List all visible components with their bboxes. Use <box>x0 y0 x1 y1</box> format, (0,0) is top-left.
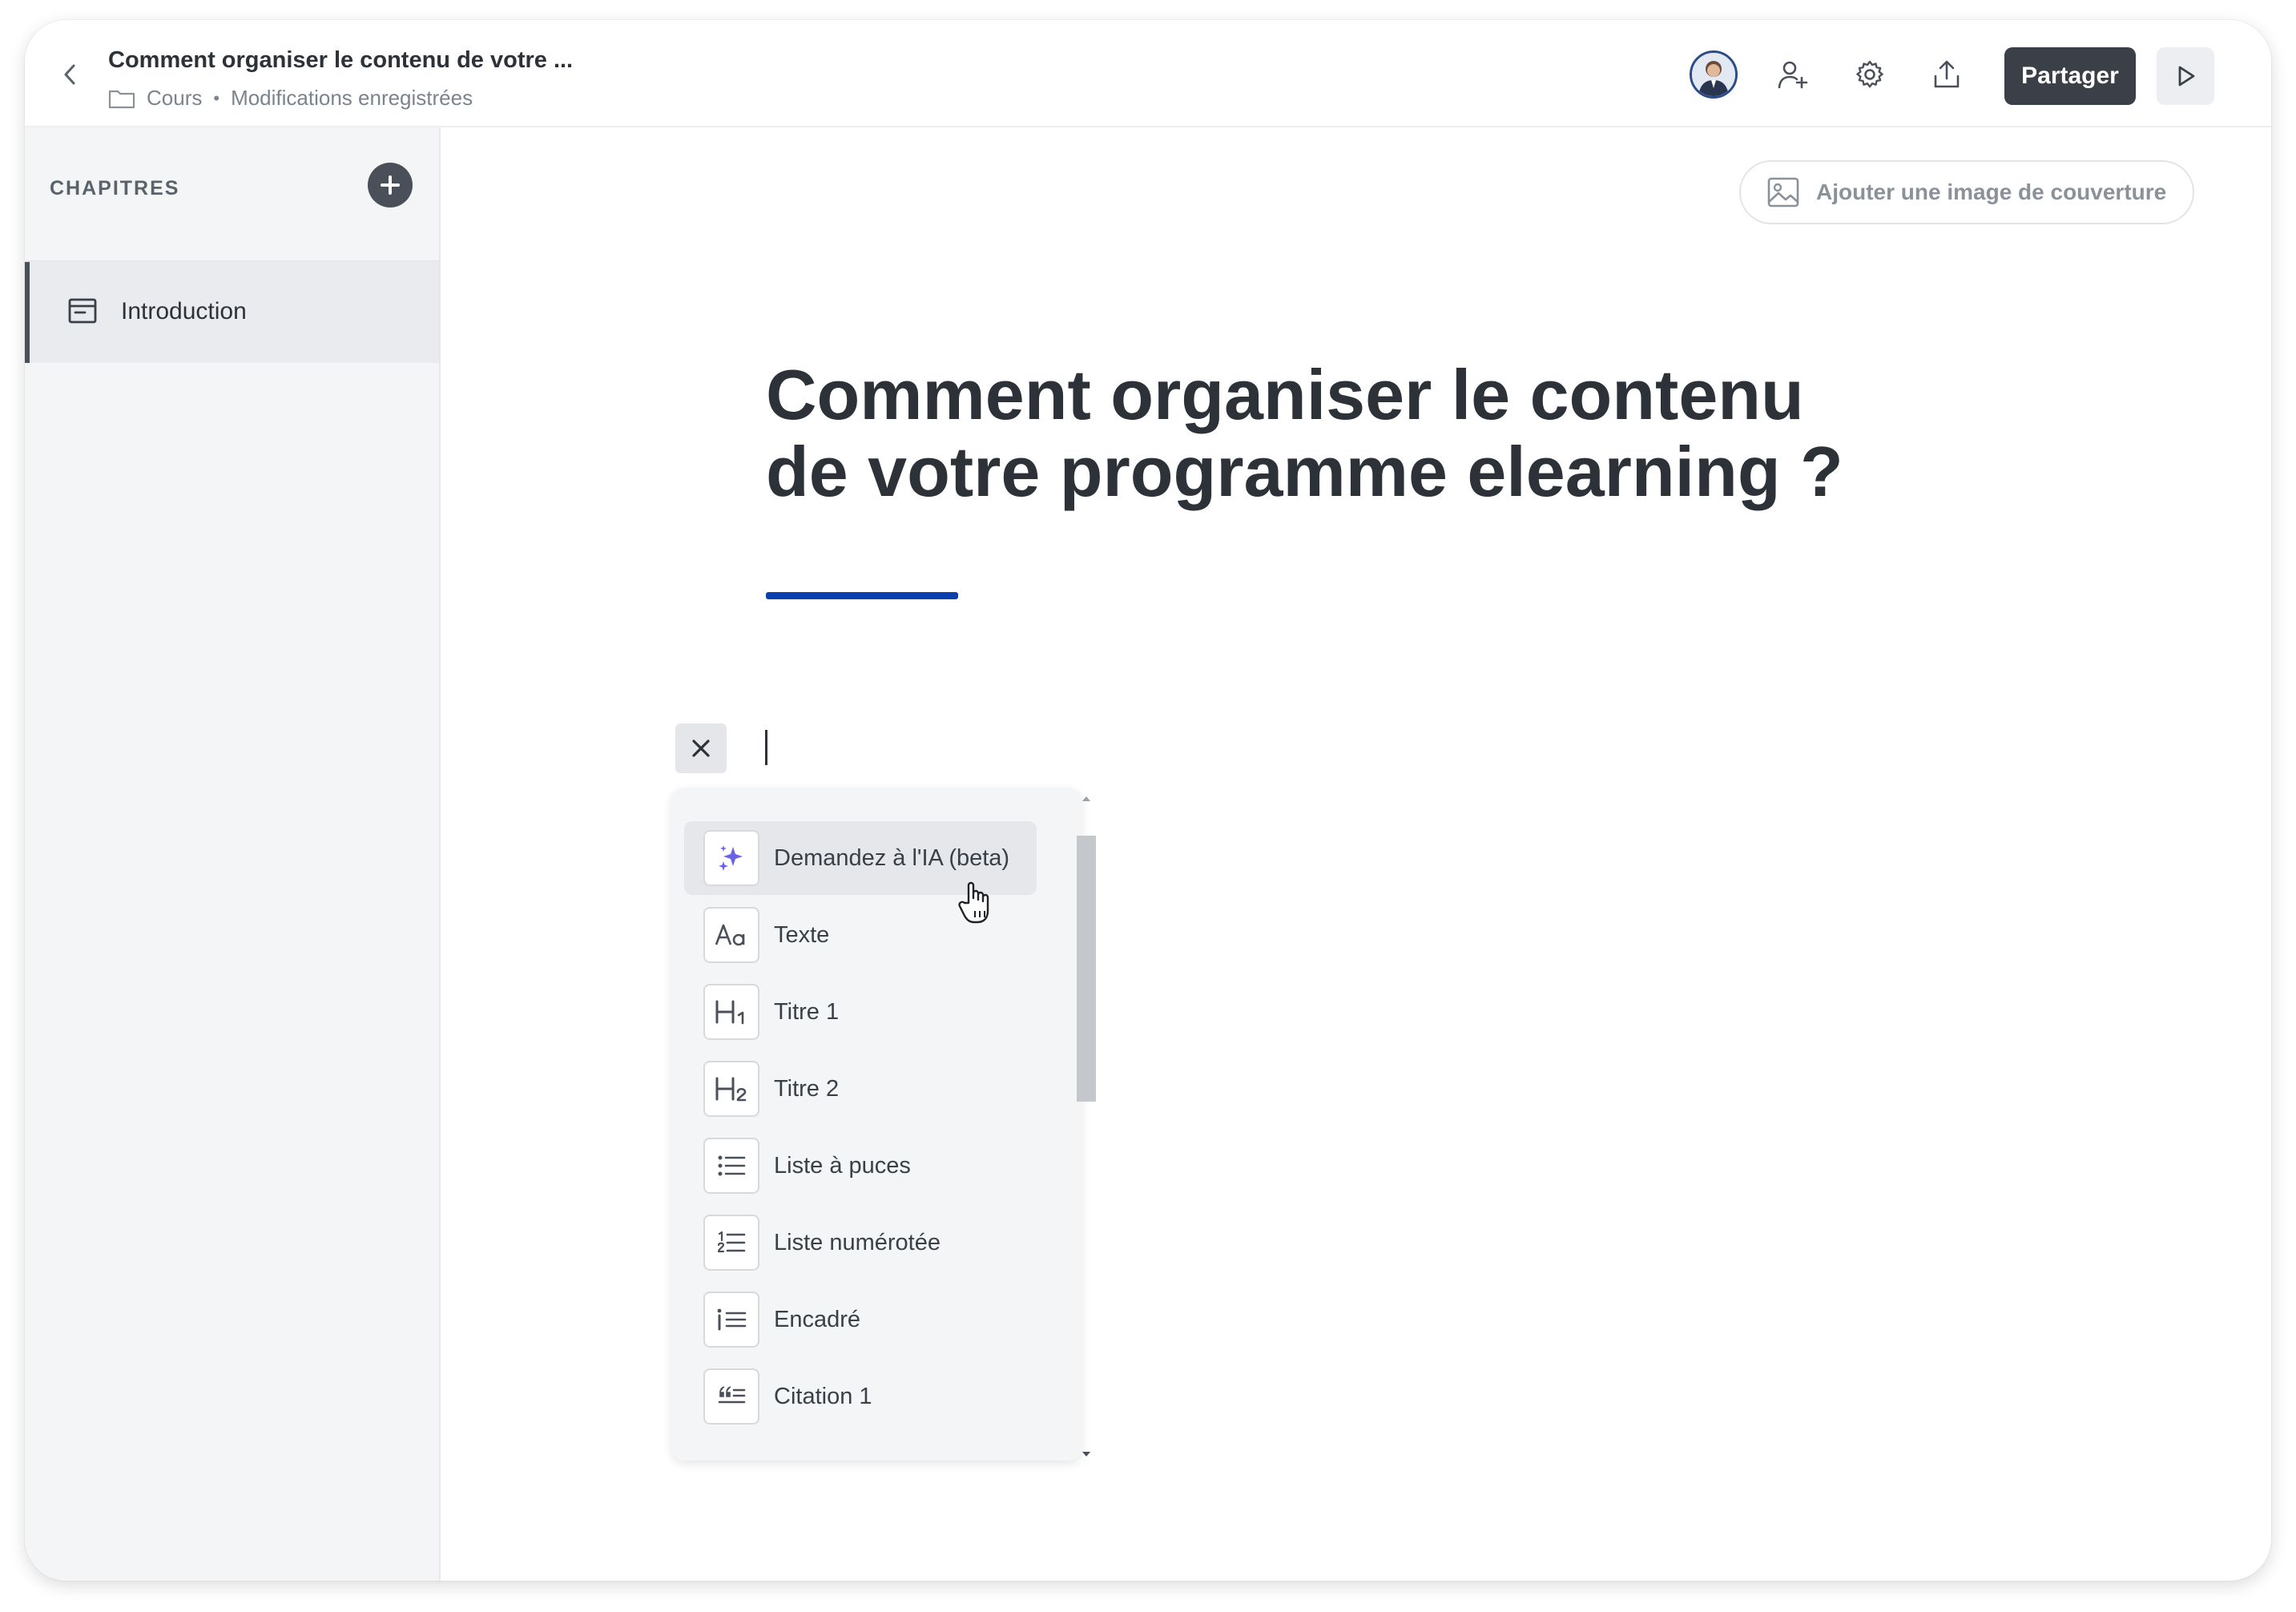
menu-item-numbered-list[interactable]: Liste numérotée <box>684 1206 1037 1280</box>
menu-item-label: Citation 1 <box>774 1383 872 1409</box>
menu-item-label: Titre 1 <box>774 998 840 1025</box>
document-title: Comment organiser le contenu de votre ..… <box>108 47 574 73</box>
heading-2-icon <box>703 1061 759 1117</box>
preview-play-button[interactable] <box>2157 47 2214 105</box>
image-icon <box>1767 177 1799 208</box>
hand-pointer-cursor <box>958 881 989 924</box>
export-button[interactable] <box>1927 55 1966 94</box>
add-cover-image-button[interactable]: Ajouter une image de couverture <box>1739 160 2194 224</box>
chevron-left-icon <box>64 64 75 85</box>
add-user-button[interactable] <box>1774 55 1812 94</box>
menu-item-heading-1[interactable]: Titre 1 <box>684 975 1037 1049</box>
menu-item-bullet-list[interactable]: Liste à puces <box>684 1129 1037 1203</box>
text-cursor[interactable] <box>765 730 767 765</box>
top-header: Comment organiser le contenu de votre ..… <box>25 20 2271 127</box>
gear-icon <box>1856 60 1883 88</box>
export-icon <box>1934 60 1960 88</box>
title-accent-line <box>766 592 958 599</box>
breadcrumb: Cours • Modifications enregistrées <box>108 86 473 111</box>
quote-icon <box>703 1368 759 1425</box>
menu-item-quote[interactable]: Citation 1 <box>684 1360 1037 1433</box>
menu-item-label: Liste numérotée <box>774 1229 941 1255</box>
page-title[interactable]: Comment organiser le contenu de votre pr… <box>766 357 1968 510</box>
menu-item-label: Demandez à l'IA (beta) <box>774 844 1010 871</box>
menu-item-label: Liste à puces <box>774 1152 911 1179</box>
menu-scroll-thumb[interactable] <box>1077 836 1096 1102</box>
block-type-menu: Demandez à l'IA (beta) Texte Titre 1 Tit… <box>671 788 1082 1461</box>
chapters-sidebar: CHAPITRES Introduction <box>25 127 441 1581</box>
chapter-label: Introduction <box>121 298 247 324</box>
close-block-menu-button[interactable] <box>675 723 727 773</box>
breadcrumb-separator: • <box>213 87 220 108</box>
add-chapter-button[interactable] <box>368 163 413 208</box>
breadcrumb-folder[interactable]: Cours <box>147 86 202 111</box>
numbered-list-icon <box>703 1215 759 1271</box>
callout-icon <box>703 1292 759 1348</box>
menu-item-label: Titre 2 <box>774 1075 840 1102</box>
menu-item-callout[interactable]: Encadré <box>684 1283 1037 1356</box>
save-status: Modifications enregistrées <box>231 86 473 110</box>
app-window: Comment organiser le contenu de votre ..… <box>25 20 2271 1581</box>
page-title-line-2: de votre programme elearning ? <box>766 432 1843 511</box>
avatar-image <box>1692 53 1735 96</box>
share-button[interactable]: Partager <box>2004 47 2136 105</box>
sidebar-title: CHAPITRES <box>50 177 180 199</box>
play-icon <box>2178 66 2195 87</box>
add-user-icon <box>1778 61 1808 89</box>
text-icon <box>703 907 759 963</box>
back-button[interactable] <box>52 57 87 92</box>
folder-icon <box>108 90 135 108</box>
scroll-down-arrow[interactable] <box>1075 1446 1098 1462</box>
settings-button[interactable] <box>1851 55 1889 94</box>
sidebar-item-introduction[interactable]: Introduction <box>25 262 439 363</box>
menu-item-label: Texte <box>774 921 830 948</box>
close-icon <box>692 740 710 757</box>
page-title-line-1: Comment organiser le contenu <box>766 355 1804 434</box>
bullet-list-icon <box>703 1138 759 1194</box>
sparkle-ai-icon <box>703 830 759 886</box>
chapter-page-icon <box>68 298 97 324</box>
menu-item-label: Encadré <box>774 1306 861 1332</box>
heading-1-icon <box>703 984 759 1040</box>
scroll-up-arrow[interactable] <box>1075 791 1098 807</box>
menu-item-heading-2[interactable]: Titre 2 <box>684 1052 1037 1126</box>
avatar[interactable] <box>1690 50 1738 99</box>
cover-button-label: Ajouter une image de couverture <box>1816 179 2167 204</box>
plus-icon <box>381 175 400 195</box>
